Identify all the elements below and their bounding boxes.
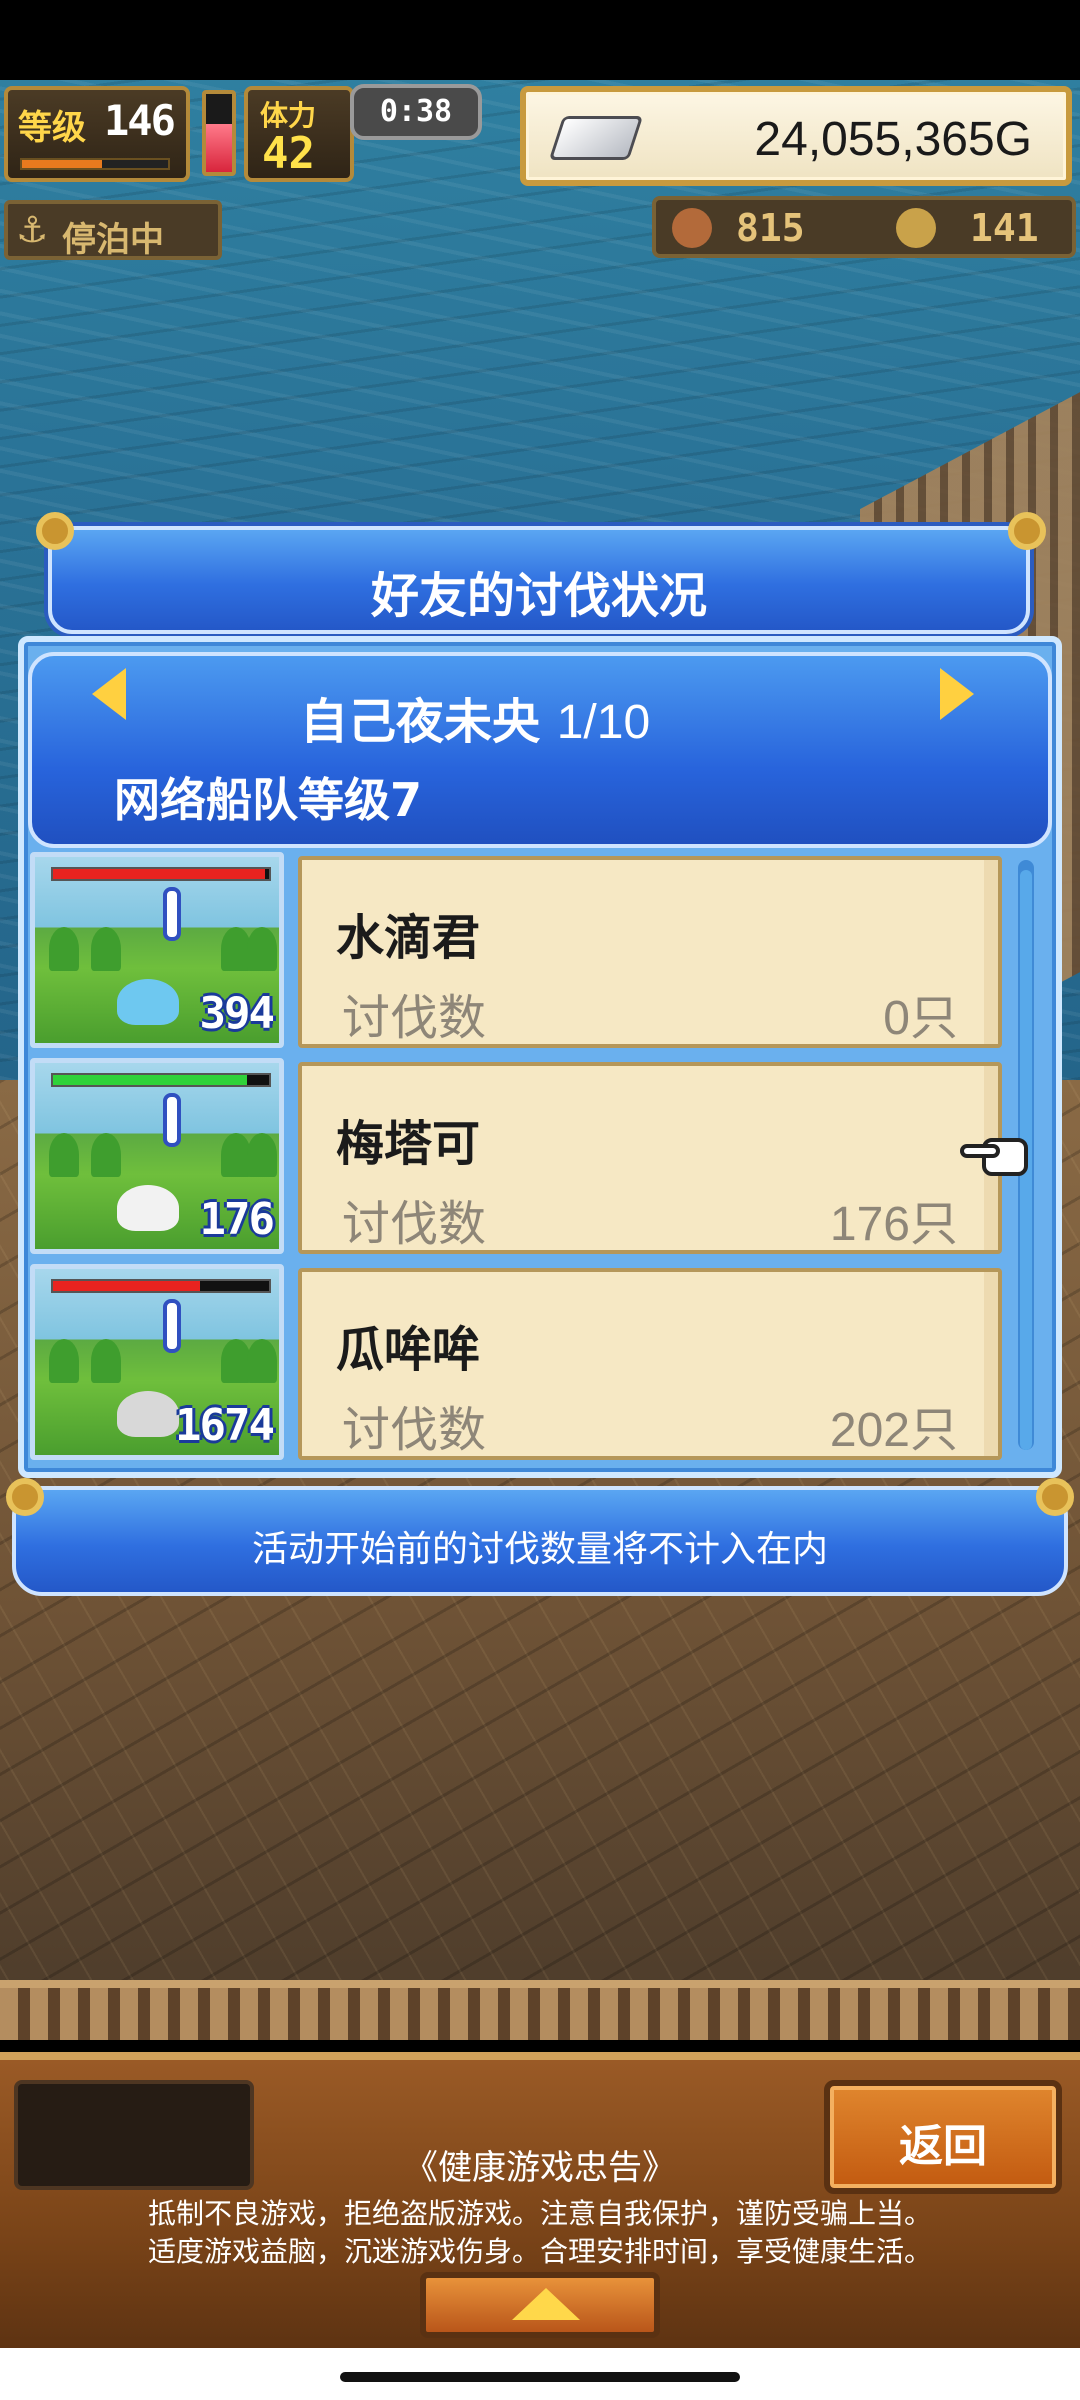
stamina-panel[interactable]: 体力 42: [244, 86, 354, 182]
monster-card: 瓜哞哞 讨伐数 202只: [298, 1268, 1002, 1460]
level-label: 等级: [18, 108, 86, 148]
fleet-level: 网络船队等级7: [114, 773, 423, 827]
food-icon: [672, 208, 712, 248]
expand-menu-button[interactable]: [420, 2272, 660, 2338]
dialog-title-bar: 好友的讨伐状况: [48, 526, 1030, 634]
monster-sprite: [117, 979, 179, 1025]
level-value: 146: [104, 96, 176, 145]
xp-bar: [20, 158, 170, 170]
monster-sprite: [117, 1391, 179, 1437]
pointing-hand-icon: [960, 1134, 1032, 1180]
anchored-label: 停泊中: [62, 220, 164, 260]
monster-count: 176: [199, 1194, 275, 1245]
corner-ornament-icon: [6, 1478, 44, 1516]
level-panel[interactable]: 等级 146: [4, 86, 190, 182]
corner-ornament-icon: [1008, 512, 1046, 550]
resource-b-value: 141: [970, 206, 1039, 250]
monster-thumbnail: 1674: [30, 1264, 284, 1460]
dialog-footer: 活动开始前的讨伐数量将不计入在内: [12, 1486, 1068, 1596]
health-notice-line-1: 抵制不良游戏，拒绝盗版游戏。注意自我保护，谨防受骗上当。: [147, 2197, 932, 2230]
monster-card: 梅塔可 讨伐数 176只: [298, 1062, 1002, 1254]
stamina-value: 42: [262, 128, 315, 179]
monster-row[interactable]: 394 水滴君 讨伐数 0只: [30, 852, 1014, 1052]
home-indicator[interactable]: [340, 2372, 740, 2382]
dialog-title: 好友的讨伐状况: [370, 568, 707, 624]
monster-count: 394: [199, 988, 275, 1039]
corner-ornament-icon: [1036, 1478, 1074, 1516]
monster-name: 梅塔可: [336, 1116, 481, 1172]
anchored-status[interactable]: ⚓ 停泊中: [4, 200, 222, 260]
gold-value: 24,055,365G: [754, 113, 1032, 166]
monster-thumbnail: 394: [30, 852, 284, 1048]
monster-card: 水滴君 讨伐数 0只: [298, 856, 1002, 1048]
silver-bar-icon: [548, 116, 644, 160]
anchor-icon: ⚓: [16, 210, 49, 251]
exclamation-icon: [163, 1093, 181, 1147]
health-notice-title: 《健康游戏忠告》: [404, 2148, 676, 2188]
page-indicator: 1/10: [556, 696, 651, 749]
friend-name: 自己夜未央: [300, 694, 541, 750]
monster-name: 水滴君: [336, 910, 481, 966]
monster-count: 1674: [175, 1400, 275, 1451]
monster-thumbnail: 176: [30, 1058, 284, 1254]
monster-sprite: [117, 1185, 179, 1231]
hp-bar: [51, 867, 271, 881]
stamina-timer: 0:38: [350, 84, 482, 140]
kill-value: 176只: [829, 1196, 958, 1252]
hp-bar: [51, 1279, 271, 1293]
monster-row[interactable]: 176 梅塔可 讨伐数 176只: [30, 1058, 1014, 1258]
status-bar: [0, 0, 1080, 80]
medal-icon: [896, 208, 936, 248]
monster-row[interactable]: 1674 瓜哞哞 讨伐数 202只: [30, 1264, 1014, 1464]
kill-label: 讨伐数: [342, 1402, 487, 1458]
footer-note: 活动开始前的讨伐数量将不计入在内: [251, 1529, 828, 1570]
stamina-gauge: [202, 90, 236, 176]
kill-label: 讨伐数: [342, 1196, 487, 1252]
monster-name: 瓜哞哞: [336, 1322, 481, 1378]
prev-arrow-icon[interactable]: [92, 668, 126, 720]
deck-railing: [0, 1980, 1080, 2040]
up-arrow-icon: [512, 2288, 580, 2320]
kill-value: 202只: [829, 1402, 958, 1458]
gold-panel[interactable]: 24,055,365G: [520, 86, 1072, 186]
exclamation-icon: [163, 887, 181, 941]
next-arrow-icon[interactable]: [940, 668, 974, 720]
friend-name-line: 自己夜未央 1/10: [300, 682, 800, 752]
hp-bar: [51, 1073, 271, 1087]
kill-label: 讨伐数: [342, 990, 487, 1046]
kill-value: 0只: [883, 990, 958, 1046]
resources-panel[interactable]: 815 141: [652, 196, 1076, 258]
health-notice-line-2: 适度游戏益脑，沉迷游戏伤身。合理安排时间，享受健康生活。: [147, 2235, 932, 2268]
exclamation-icon: [163, 1299, 181, 1353]
corner-ornament-icon: [36, 512, 74, 550]
resource-a-value: 815: [736, 206, 805, 250]
